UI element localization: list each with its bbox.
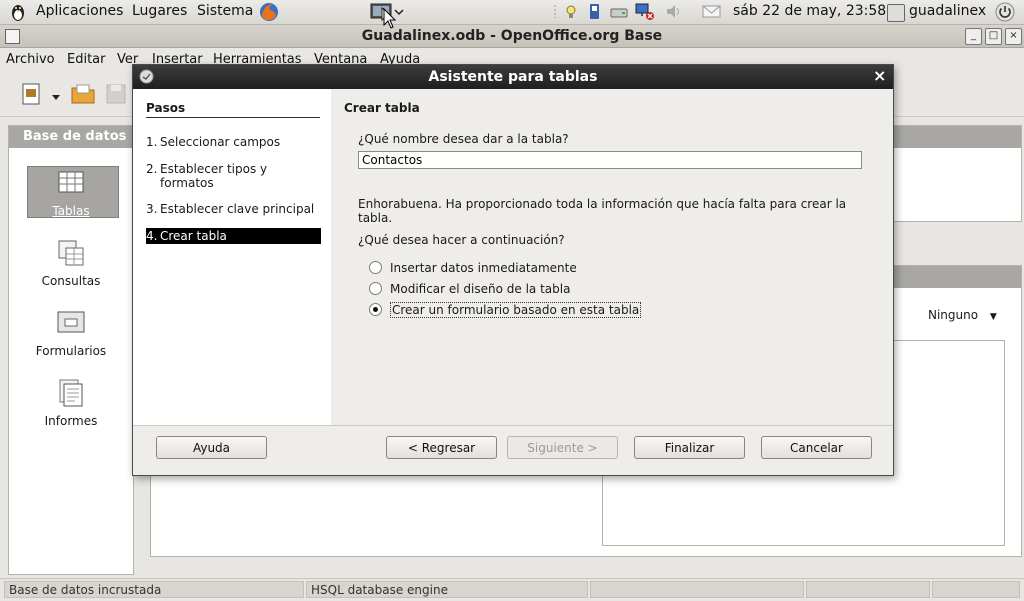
wizard-content: Crear tabla ¿Qué nombre desea dar a la t… [331,89,893,425]
preview-mode-value: Ninguno [928,308,979,322]
step-3-number: 3. [146,202,158,216]
new-menu-chevron-icon[interactable] [52,90,60,100]
nav-item-informes[interactable]: Informes [9,378,133,428]
drive-icon[interactable] [610,3,628,20]
option-insert-data-label: Insertar datos inmediatamente [390,261,577,275]
cancel-button[interactable]: Cancelar [761,436,872,459]
window-title: Guadalinex.odb - OpenOffice.org Base [361,28,663,44]
nav-label-informes: Informes [44,414,98,428]
table-name-input[interactable] [358,151,862,169]
user-name[interactable]: guadalinex [909,3,986,19]
wizard-steps-panel: Pasos 1. Seleccionar campos 2. Establecer … [133,89,332,425]
step-2-number: 2. [146,162,158,176]
maximize-button[interactable]: □ [985,28,1002,45]
content-header: Crear tabla [344,101,420,115]
reports-icon [56,378,86,408]
window-titlebar[interactable]: Guadalinex.odb - OpenOffice.org Base _ □… [0,25,1024,48]
clock[interactable]: sáb 22 de may, 23:58 [733,3,886,19]
step-4-label: Crear tabla [160,229,227,243]
option-create-form[interactable]: Crear un formulario basado en esta tabla [369,302,642,318]
radio-modify-design[interactable] [369,282,382,295]
user-icon[interactable] [887,4,905,22]
mail-icon[interactable] [702,3,721,20]
table-icon [56,168,86,198]
close-window-button[interactable]: × [1005,28,1022,45]
database-panel-title: Base de datos [9,126,133,148]
database-panel: Base de datos Tablas Consultas Formulari… [8,125,134,575]
step-1-label: Seleccionar campos [160,135,281,149]
nav-item-tablas-content[interactable]: Tablas [9,168,133,218]
step-4[interactable]: 4. Crear tabla [146,228,321,244]
dialog-title: Asistente para tablas [428,69,598,85]
firefox-icon[interactable] [258,1,280,23]
nav-label-consultas: Consultas [41,274,101,288]
status-engine: HSQL database engine [306,581,588,598]
status-cell-4 [806,581,930,598]
new-document-icon[interactable] [20,82,44,106]
usb-drive-icon[interactable] [585,3,603,20]
power-icon[interactable] [995,2,1015,22]
queries-icon [56,238,86,268]
status-database-type: Base de datos incrustada [4,581,304,598]
nav-item-consultas[interactable]: Consultas [9,238,133,288]
table-wizard-dialog: Asistente para tablas × Pasos 1. Seleccio… [132,64,894,476]
menu-archivo[interactable]: Archivo [6,52,55,67]
dialog-separator [133,425,893,426]
back-button[interactable]: < Regresar [386,436,497,459]
option-insert-data[interactable]: Insertar datos inmediatamente [369,261,577,275]
mouse-pointer-icon [383,7,397,30]
step-1-number: 1. [146,135,158,149]
open-folder-icon[interactable] [70,82,96,106]
status-cell-3 [590,581,804,598]
help-button[interactable]: Ayuda [156,436,267,459]
steps-header: Pasos [146,101,320,118]
step-2-label: Establecer tipos y formatos [160,162,268,190]
form-icon [56,308,86,338]
save-icon[interactable] [104,82,128,106]
network-icon[interactable] [635,3,654,20]
minimize-button[interactable]: _ [965,28,982,45]
dropdown-arrow-icon: ▼ [989,312,997,322]
finish-button[interactable]: Finalizar [634,436,745,459]
nav-label-tablas: Tablas [52,204,90,218]
step-3-label: Establecer clave principal [160,202,315,216]
menu-editar[interactable]: Editar [67,52,106,67]
preview-mode-select[interactable]: Ninguno ▼ [928,308,997,322]
option-modify-design[interactable]: Modificar el diseño de la tabla [369,282,570,296]
nav-item-formularios[interactable]: Formularios [9,308,133,358]
congrats-text: Enhorabuena. Ha proporcionado toda la in… [358,197,847,225]
close-icon[interactable]: × [873,68,887,84]
step-4-number: 4. [146,229,158,243]
next-action-label: ¿Qué desea hacer a continuación? [358,233,565,247]
option-modify-design-label: Modificar el diseño de la tabla [390,282,571,296]
option-create-form-label: Crear un formulario basado en esta tabla [390,302,642,318]
menu-aplicaciones[interactable]: Aplicaciones [36,3,123,19]
distro-logo-icon[interactable] [8,2,28,22]
step-2[interactable]: 2. Establecer tipos y formatos [146,162,321,190]
lightbulb-icon[interactable] [562,3,580,20]
next-button[interactable]: Siguiente > [507,436,618,459]
radio-create-form[interactable] [369,303,382,316]
nav-label-formularios: Formularios [35,344,107,358]
statusbar: Base de datos incrustada HSQL database e… [0,578,1024,601]
radio-insert-data[interactable] [369,261,382,274]
volume-icon[interactable] [665,3,683,20]
dialog-titlebar[interactable]: Asistente para tablas × [133,65,893,89]
top-panel: Aplicaciones Lugares Sistema sáb 22 de m… [0,0,1024,25]
table-name-label: ¿Qué nombre desea dar a la tabla? [358,132,569,146]
menu-lugares[interactable]: Lugares [132,3,187,19]
status-cell-5 [932,581,1020,598]
step-3[interactable]: 3. Establecer clave principal [146,202,321,216]
step-1[interactable]: 1. Seleccionar campos [146,135,321,149]
menu-sistema[interactable]: Sistema [197,3,253,19]
